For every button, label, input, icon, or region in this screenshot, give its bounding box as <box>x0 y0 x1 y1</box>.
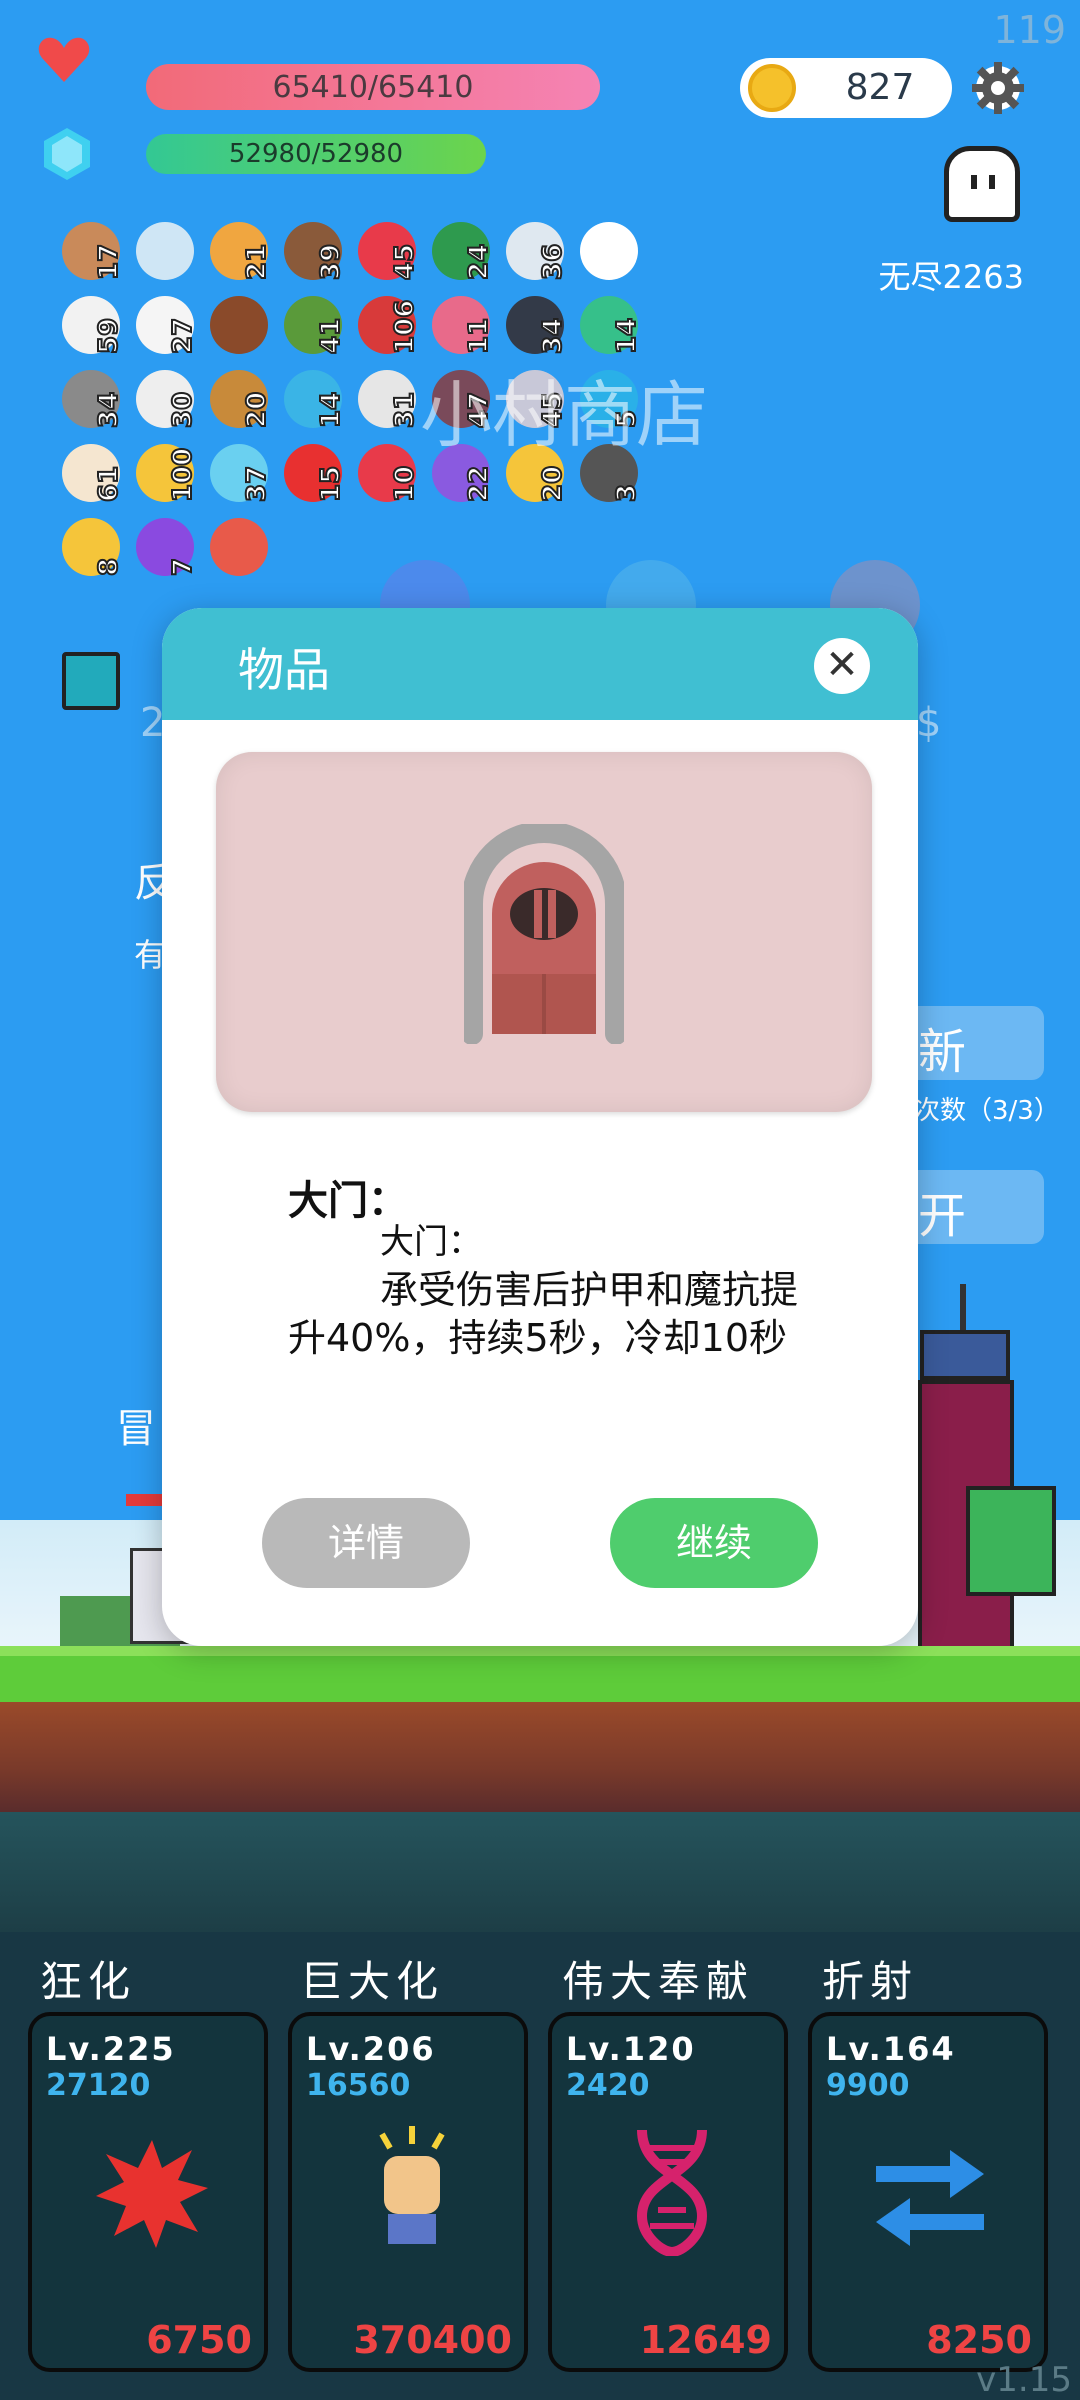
close-button[interactable]: ✕ <box>814 638 870 694</box>
item-count: 41 <box>315 317 347 355</box>
item-count: 11 <box>463 317 495 355</box>
skill-stat: 16560 <box>306 2068 411 2103</box>
snowflake-icon[interactable] <box>580 222 638 280</box>
item-count: 106 <box>389 299 421 355</box>
open-button[interactable]: 开 <box>896 1170 1044 1244</box>
skill-card-berserk[interactable]: Lv.225 27120 6750 <box>28 2012 268 2372</box>
skill-stat: 2420 <box>566 2068 650 2103</box>
version-label: v1.15 <box>976 2360 1072 2400</box>
item-count: 45 <box>389 243 421 281</box>
coin-icon <box>748 64 796 112</box>
skill-price: 8250 <box>926 2318 1032 2362</box>
item-count: 37 <box>241 465 273 503</box>
item-count: 34 <box>537 317 569 355</box>
desc-line-1: 大门： <box>380 1222 482 1262</box>
dirt <box>0 1702 1080 1812</box>
skill-name-giant: 巨大化 <box>300 1957 445 2006</box>
skill-card-refract[interactable]: Lv.164 9900 8250 <box>808 2012 1048 2372</box>
skill-stat: 27120 <box>46 2068 151 2103</box>
tower-top <box>920 1330 1010 1380</box>
item-count: 14 <box>611 317 643 355</box>
item-count: 15 <box>315 465 347 503</box>
lamp-card-icon[interactable] <box>62 652 120 710</box>
refresh-button[interactable]: 新 <box>896 1006 1044 1080</box>
skill-card-devotion[interactable]: Lv.120 2420 12649 <box>548 2012 788 2372</box>
mana-bar: 52980/52980 <box>146 134 486 174</box>
skill-name-berserk: 狂化 <box>40 1957 137 2006</box>
magnifier-icon[interactable] <box>136 222 194 280</box>
heart-icon <box>38 37 90 82</box>
item-count: 30 <box>167 391 199 429</box>
refresh-label: 新 <box>918 1024 967 1080</box>
fps-counter: 119 <box>993 8 1066 52</box>
skill-price: 12649 <box>639 2318 772 2362</box>
item-count: 100 <box>167 447 199 503</box>
item-count: 24 <box>463 243 495 281</box>
swap-arrows-icon <box>876 2150 984 2246</box>
enemy-robot <box>966 1486 1056 1596</box>
close-icon: ✕ <box>825 642 859 688</box>
item-count: 20 <box>537 465 569 503</box>
flask-icon[interactable] <box>210 518 268 576</box>
shop-title-faded: 小村商店 <box>420 373 709 457</box>
item-count: 61 <box>93 465 125 503</box>
skill-level: Lv.225 <box>46 2030 176 2068</box>
item-count: 22 <box>463 465 495 503</box>
endless-level: 无尽2263 <box>878 258 1024 296</box>
item-count: 8 <box>93 557 125 577</box>
adventure-text: 冒 <box>116 1406 156 1452</box>
item-count: 34 <box>93 391 125 429</box>
item-count: 36 <box>537 243 569 281</box>
item-count: 3 <box>611 483 643 503</box>
skill-name-refract: 折射 <box>822 1957 919 2006</box>
item-count: 21 <box>241 243 273 281</box>
item-count: 59 <box>93 317 125 355</box>
skill-card-giant[interactable]: Lv.206 16560 370400 <box>288 2012 528 2372</box>
tower-antenna <box>960 1284 966 1334</box>
continue-button[interactable]: 继续 <box>610 1498 818 1588</box>
skill-price: 6750 <box>146 2318 252 2362</box>
gear-icon[interactable] <box>966 56 1030 120</box>
splat-icon <box>96 2140 208 2248</box>
detail-button[interactable]: 详情 <box>262 1498 470 1588</box>
modal-title: 物品 <box>238 643 330 697</box>
item-count: 27 <box>167 317 199 355</box>
bg-dollar-text: $ <box>916 700 942 746</box>
grass <box>0 1646 1080 1702</box>
item-description: 大门： 承受伤害后护甲和魔抗提升40%，持续5秒，冷却10秒 <box>288 1218 808 1362</box>
item-count: 20 <box>241 391 273 429</box>
item-count: 17 <box>93 243 125 281</box>
chest-icon[interactable] <box>210 296 268 354</box>
item-count: 39 <box>315 243 347 281</box>
hp-bar: 65410/65410 <box>146 64 600 110</box>
item-count: 7 <box>167 557 199 577</box>
item-count: 31 <box>389 391 421 429</box>
skill-level: Lv.120 <box>566 2030 696 2068</box>
desc-line-2: 承受伤害后护甲和魔抗提升40%，持续5秒，冷却10秒 <box>288 1268 799 1360</box>
item-image-frame <box>216 752 872 1112</box>
item-count: 14 <box>315 391 347 429</box>
mana-crystal-icon <box>44 128 90 180</box>
player-hp-mini <box>126 1494 166 1506</box>
coin-value: 827 <box>845 67 915 108</box>
door-icon <box>464 824 624 1044</box>
refresh-count: 次数（3/3） <box>914 1096 1060 1126</box>
open-label: 开 <box>918 1188 967 1244</box>
skill-stat: 9900 <box>826 2068 910 2103</box>
skill-level: Lv.164 <box>826 2030 956 2068</box>
item-count: 10 <box>389 465 421 503</box>
dna-icon <box>636 2129 708 2256</box>
skill-level: Lv.206 <box>306 2030 436 2068</box>
item-modal: 物品 ✕ 大门： 大门： 承受伤害后护甲和魔抗提升40%，持续5秒，冷却10秒 … <box>162 608 918 1646</box>
ghost-menu-icon[interactable] <box>944 146 1020 222</box>
modal-header: 物品 ✕ <box>162 608 918 720</box>
water <box>0 1812 1080 1932</box>
fist-icon <box>379 2126 445 2244</box>
skill-name-devotion: 伟大奉献 <box>562 1957 755 2006</box>
skill-price: 370400 <box>353 2318 512 2362</box>
